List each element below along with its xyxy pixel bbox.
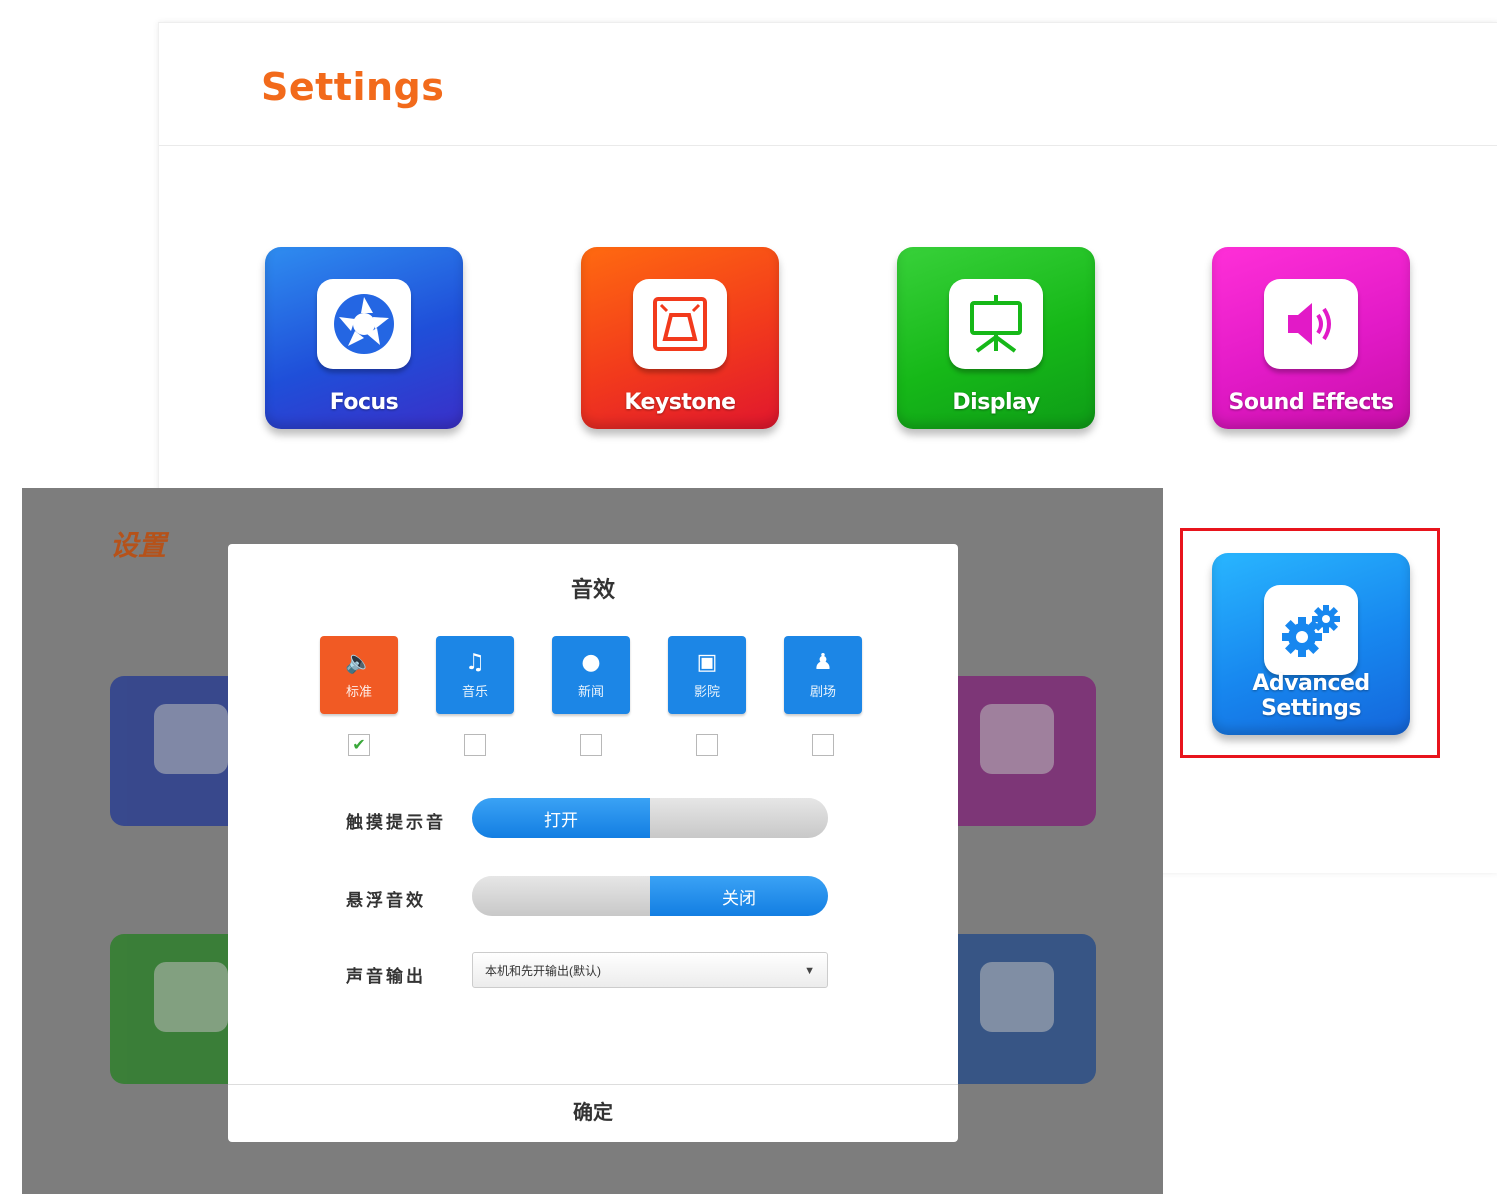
mode-music-button[interactable]: ♫ 音乐 (436, 636, 514, 714)
focus-label: Focus (329, 390, 399, 415)
dimmed-overlay: 设置 音效 🔈 标准 ♫ 音乐 ● 新闻 ▣ 影院 ♟ 剧场 ✔ 触摸提示音 打… (22, 488, 1163, 1194)
page-title: Settings (261, 65, 445, 109)
projector-screen-icon (949, 279, 1043, 369)
confirm-button[interactable]: 确定 (228, 1085, 958, 1142)
mode-music-checkbox[interactable] (464, 734, 486, 756)
keystone-label: Keystone (624, 390, 736, 415)
mode-theater-button[interactable]: ♟ 剧场 (784, 636, 862, 714)
dimmed-tile (936, 676, 1096, 826)
mode-label: 剧场 (809, 683, 836, 699)
mode-label: 新闻 (577, 683, 604, 699)
aperture-icon (317, 279, 411, 369)
dimmed-aperture-icon (154, 704, 228, 774)
highlight-box (1180, 528, 1440, 758)
sound-effects-tile[interactable]: Sound Effects (1212, 247, 1410, 429)
mode-cinema-checkbox[interactable] (696, 734, 718, 756)
sound-effects-label: Sound Effects (1228, 390, 1394, 415)
dimmed-gears-icon (980, 962, 1054, 1032)
float-sound-toggle[interactable]: 关闭 (472, 876, 828, 916)
mode-label: 标准 (345, 683, 372, 699)
touch-sound-off-option[interactable] (650, 798, 828, 838)
touch-sound-on-option[interactable]: 打开 (472, 798, 650, 838)
mode-news-button[interactable]: ● 新闻 (552, 636, 630, 714)
audio-output-label: 声音输出 (346, 967, 426, 986)
chevron-down-icon: ▼ (804, 965, 815, 977)
loudspeaker-icon: ▣ (696, 649, 718, 675)
sound-effects-dialog: 音效 🔈 标准 ♫ 音乐 ● 新闻 ▣ 影院 ♟ 剧场 ✔ 触摸提示音 打开 悬… (228, 544, 958, 1142)
speaker-icon (1264, 279, 1358, 369)
touch-sound-label: 触摸提示音 (346, 813, 446, 832)
dimmed-play-icon (154, 962, 228, 1032)
mode-news-checkbox[interactable] (580, 734, 602, 756)
dimmed-tile (936, 934, 1096, 1084)
keystone-icon (633, 279, 727, 369)
audio-output-select[interactable]: 本机和先开输出(默认) ▼ (472, 952, 828, 988)
float-sound-label: 悬浮音效 (346, 891, 426, 910)
display-tile[interactable]: Display (897, 247, 1095, 429)
float-sound-on-option[interactable] (472, 876, 650, 916)
mode-standard-checkbox[interactable]: ✔ (348, 734, 370, 756)
keystone-tile[interactable]: Keystone (581, 247, 779, 429)
mode-label: 影院 (693, 683, 720, 699)
header-divider (159, 145, 1497, 146)
audio-output-value: 本机和先开输出(默认) (485, 964, 601, 978)
dimmed-page-title: 设置 (110, 530, 167, 561)
dialog-title: 音效 (570, 577, 615, 602)
display-label: Display (952, 390, 1040, 415)
dimmed-speaker-icon (980, 704, 1054, 774)
mode-standard-button[interactable]: 🔈 标准 (320, 636, 398, 714)
music-note-icon: ♫ (465, 649, 485, 675)
person-icon: ♟ (813, 649, 833, 675)
focus-tile[interactable]: Focus (265, 247, 463, 429)
microphone-icon: ● (581, 649, 601, 675)
float-sound-off-option[interactable]: 关闭 (650, 876, 828, 916)
mode-label: 音乐 (461, 683, 488, 699)
touch-sound-toggle[interactable]: 打开 (472, 798, 828, 838)
mode-theater-checkbox[interactable] (812, 734, 834, 756)
mode-cinema-button[interactable]: ▣ 影院 (668, 636, 746, 714)
speaker-icon: 🔈 (345, 649, 373, 675)
